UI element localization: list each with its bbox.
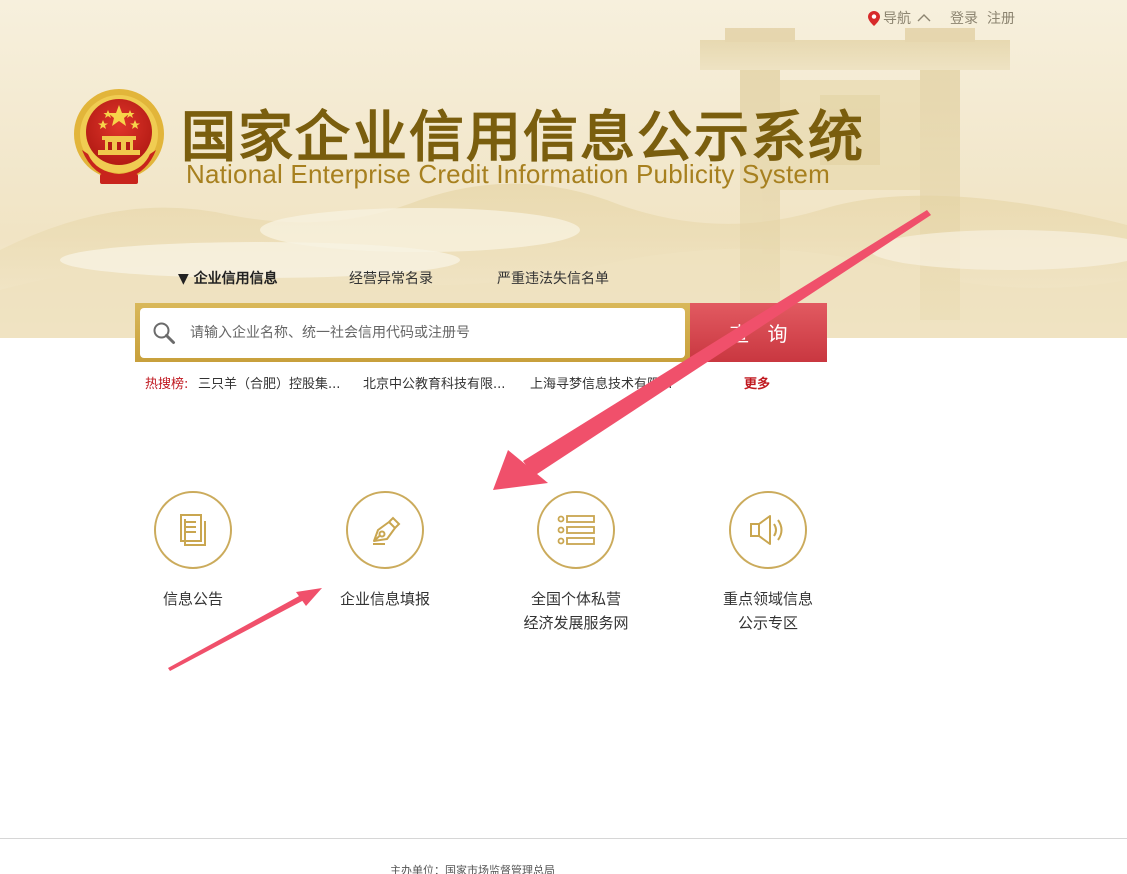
nav-guide-button[interactable]: 导航	[868, 8, 934, 28]
list-icon	[557, 515, 595, 545]
register-link[interactable]: 注册	[987, 8, 1015, 28]
nav-guide-label: 导航	[883, 11, 911, 27]
entry-enterprise-info-filing[interactable]: 企业信息填报	[315, 491, 455, 611]
entry-label: 信息公告	[162, 590, 223, 608]
search-box	[135, 303, 691, 362]
hot-search-item[interactable]: 北京中公教育科技有限...	[363, 373, 505, 392]
national-emblem-logo	[74, 89, 164, 184]
entry-icon-ring	[537, 491, 615, 569]
login-link[interactable]: 登录	[950, 8, 978, 28]
search-category-tabs: ▼ 企业信用信息 经营异常名录 严重违法失信名单	[0, 268, 1127, 288]
hot-search-label: 热搜榜:	[145, 377, 189, 392]
tab-serious-violation-list[interactable]: 严重违法失信名单	[497, 268, 609, 288]
search-input[interactable]	[190, 318, 670, 348]
active-tab-marker-icon: ▼	[178, 271, 194, 287]
entry-private-economy-service-network[interactable]: 全国个体私营 经济发展服务网	[506, 491, 646, 635]
site-title-english: National Enterprise Credit Information P…	[186, 159, 830, 189]
entry-icon-ring	[729, 491, 807, 569]
location-pin-icon	[868, 10, 880, 26]
speaker-icon	[750, 515, 783, 545]
document-icon	[180, 514, 206, 546]
hot-search-item[interactable]: 三只羊（合肥）控股集...	[198, 373, 340, 392]
entry-label: 企业信息填报	[339, 590, 430, 608]
entry-information-announcement[interactable]: 信息公告	[123, 491, 263, 611]
hot-search-more-link[interactable]: 更多	[744, 373, 770, 392]
footer-sponsor-text: 主办单位：国家市场监督管理总局	[390, 864, 555, 874]
entry-label: 重点领域信息 公示专区	[722, 590, 813, 632]
footer-divider	[0, 838, 1127, 839]
search-button[interactable]: 查询	[690, 303, 827, 362]
hot-search-item[interactable]: 上海寻梦信息技术有限...	[530, 373, 672, 392]
entry-icon-ring	[154, 491, 232, 569]
chevron-up-icon	[917, 14, 931, 22]
entry-key-sector-disclosure[interactable]: 重点领域信息 公示专区	[698, 491, 838, 635]
tab-label: 企业信用信息	[193, 271, 278, 287]
top-nav: 导航 登录 注册	[868, 8, 1015, 28]
tab-enterprise-credit-info[interactable]: ▼ 企业信用信息	[178, 268, 278, 288]
tab-abnormal-operations-list[interactable]: 经营异常名录	[349, 268, 433, 288]
entry-icon-ring	[346, 491, 424, 569]
pen-nib-icon	[373, 516, 401, 545]
entry-label: 全国个体私营 经济发展服务网	[523, 590, 629, 632]
search-field-container	[140, 308, 685, 358]
search-icon	[153, 322, 175, 344]
